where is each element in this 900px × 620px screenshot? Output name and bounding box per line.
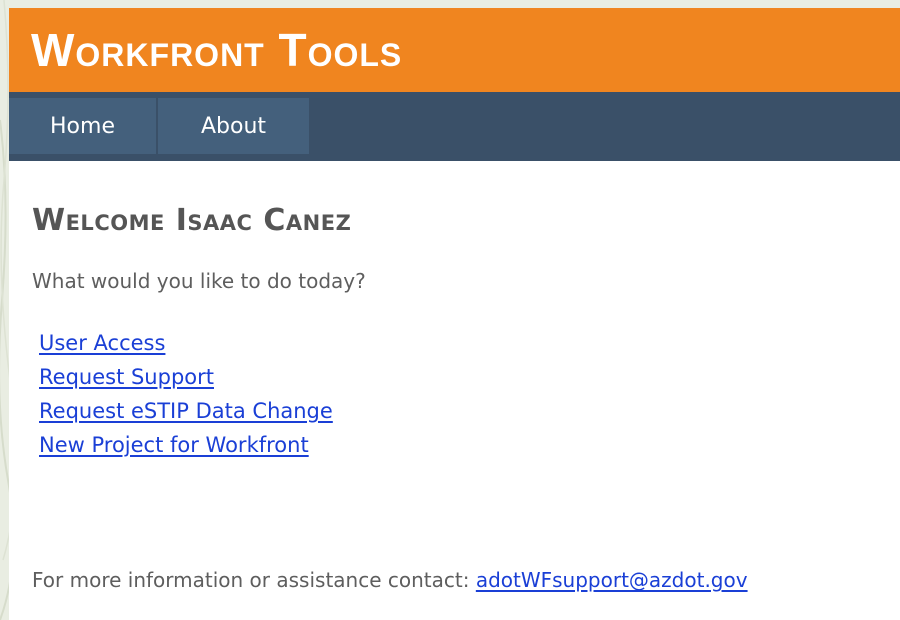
app-header: Workfront Tools <box>9 8 900 92</box>
list-item: Request eSTIP Data Change <box>39 394 878 428</box>
support-email-link[interactable]: adotWFsupport@azdot.gov <box>476 568 748 592</box>
app-window: Workfront Tools Home About Welcome Isaac… <box>9 8 900 620</box>
welcome-heading: Welcome Isaac Canez <box>32 203 352 238</box>
list-item: Request Support <box>39 360 878 394</box>
new-project-link[interactable]: New Project for Workfront <box>39 433 309 457</box>
user-access-link[interactable]: User Access <box>39 331 165 355</box>
nav-tab-about[interactable]: About <box>158 98 309 154</box>
prompt-text: What would you like to do today? <box>32 269 366 293</box>
list-item: User Access <box>39 326 878 360</box>
request-support-link[interactable]: Request Support <box>39 365 214 389</box>
main-content: Welcome Isaac Canez What would you like … <box>9 204 900 462</box>
contact-text: For more information or assistance conta… <box>32 568 470 592</box>
request-estip-data-change-link[interactable]: Request eSTIP Data Change <box>39 399 333 423</box>
action-links: User Access Request Support Request eSTI… <box>39 326 878 462</box>
list-item: New Project for Workfront <box>39 428 878 462</box>
app-title: Workfront Tools <box>31 24 403 76</box>
contact-line: For more information or assistance conta… <box>32 568 748 592</box>
nav-tab-home[interactable]: Home <box>9 98 156 154</box>
nav-bar: Home About <box>9 92 900 161</box>
